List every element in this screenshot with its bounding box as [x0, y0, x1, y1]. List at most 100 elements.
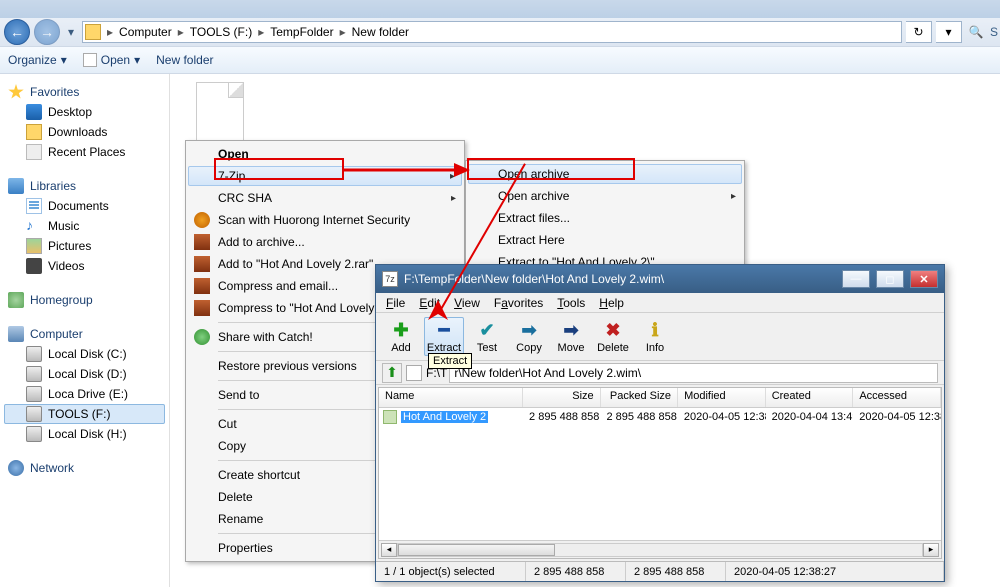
col-psize[interactable]: Packed Size [601, 388, 678, 407]
sidebar-item-pictures[interactable]: Pictures [4, 236, 165, 256]
tool-add[interactable]: ✚Add [382, 319, 420, 354]
maximize-button[interactable]: ◻ [876, 270, 904, 288]
bc-tempfolder[interactable]: TempFolder [268, 25, 335, 39]
organize-button[interactable]: Organize ▾ [8, 53, 67, 67]
scroll-track[interactable] [397, 543, 923, 557]
ctx-scan[interactable]: Scan with Huorong Internet Security [188, 209, 462, 231]
menu-tools[interactable]: Tools [551, 296, 591, 310]
sidebar-item-documents[interactable]: Documents [4, 196, 165, 216]
sidebar-item-e[interactable]: Loca Drive (E:) [4, 384, 165, 404]
ctx-open-label: Open [218, 147, 249, 161]
chevron-down-icon: ▾ [61, 53, 67, 67]
breadcrumb[interactable]: ▸ Computer ▸ TOOLS (F:) ▸ TempFolder ▸ N… [82, 21, 902, 43]
check-icon: ✔ [476, 319, 498, 341]
tool-info-label: Info [646, 342, 664, 354]
7zip-title-text: F:\TempFolder\New folder\Hot And Lovely … [404, 272, 664, 286]
address-dropdown[interactable]: ▾ [936, 21, 962, 43]
sidebar-item-f[interactable]: TOOLS (F:) [4, 404, 165, 424]
back-button[interactable]: ← [4, 19, 30, 45]
col-name[interactable]: Name [379, 388, 523, 407]
bc-computer[interactable]: Computer [117, 25, 174, 39]
sidebar-item-videos[interactable]: Videos [4, 256, 165, 276]
menu-view[interactable]: View [448, 296, 486, 310]
archive-icon [194, 300, 210, 316]
ctx-extracthere[interactable]: Extract Here [468, 229, 742, 251]
tool-delete-label: Delete [597, 342, 629, 354]
row-size: 2 895 488 858 [523, 411, 600, 423]
ctx-openarchive[interactable]: Open archive [468, 164, 742, 184]
folder-icon [383, 410, 397, 424]
sidebar-item-music[interactable]: ♪Music [4, 216, 165, 236]
bc-tools[interactable]: TOOLS (F:) [188, 25, 254, 39]
menu-file[interactable]: File [380, 296, 411, 310]
tool-test[interactable]: ✔Test [468, 319, 506, 354]
file-icon [406, 365, 422, 381]
sidebar-libraries[interactable]: Libraries [4, 176, 165, 196]
plus-icon: ✚ [390, 319, 412, 341]
column-headers[interactable]: Name Size Packed Size Modified Created A… [379, 388, 941, 408]
ctx-crc[interactable]: CRC SHA▸ [188, 187, 462, 209]
tool-delete[interactable]: ✖Delete [594, 319, 632, 354]
drive-f-label: TOOLS (F:) [48, 407, 110, 421]
chevron-right-icon: ▸ [336, 25, 350, 39]
ctx-7zip[interactable]: 7-Zip▸ [188, 166, 462, 186]
up-button[interactable]: ⬆ [382, 363, 402, 383]
ctx-shortcut-label: Create shortcut [218, 468, 300, 482]
menu-help[interactable]: Help [593, 296, 630, 310]
col-accessed[interactable]: Accessed [853, 388, 941, 407]
chevron-right-icon: ▸ [103, 25, 117, 39]
sidebar-item-h[interactable]: Local Disk (H:) [4, 424, 165, 444]
forward-button[interactable]: → [34, 19, 60, 45]
picture-icon [26, 238, 42, 254]
ctx-7zip-label: 7-Zip [218, 169, 245, 183]
minimize-button[interactable]: — [842, 270, 870, 288]
file-icon [83, 53, 97, 67]
ctx-extractfiles[interactable]: Extract files... [468, 207, 742, 229]
tooltip-extract: Extract [428, 353, 472, 369]
sidebar-item-c[interactable]: Local Disk (C:) [4, 344, 165, 364]
scroll-thumb[interactable] [398, 544, 555, 556]
status-size2: 2 895 488 858 [626, 562, 726, 581]
open-button[interactable]: Open ▾ [83, 53, 140, 67]
sidebar-item-downloads[interactable]: Downloads [4, 122, 165, 142]
minus-icon: ━ [433, 319, 455, 341]
newfolder-button[interactable]: New folder [156, 53, 213, 67]
ctx-addarchive[interactable]: Add to archive... [188, 231, 462, 253]
sidebar-item-recent[interactable]: Recent Places [4, 142, 165, 162]
sidebar-item-d[interactable]: Local Disk (D:) [4, 364, 165, 384]
ctx-open[interactable]: Open [188, 143, 462, 165]
scroll-right-button[interactable]: ▸ [923, 543, 939, 557]
sidebar-network[interactable]: Network [4, 458, 165, 478]
chevron-right-icon: ▸ [174, 25, 188, 39]
col-modified[interactable]: Modified [678, 388, 766, 407]
close-button[interactable]: ✕ [910, 270, 938, 288]
search-icon[interactable]: 🔍 [966, 21, 986, 43]
bc-newfolder[interactable]: New folder [350, 25, 411, 39]
horizontal-scrollbar[interactable]: ◂ ▸ [379, 540, 941, 558]
drive-icon [26, 386, 42, 402]
list-empty[interactable] [379, 426, 941, 540]
tool-info[interactable]: ℹInfo [636, 319, 674, 354]
menu-favorites[interactable]: Favorites [488, 296, 549, 310]
chevron-right-icon: ▸ [451, 193, 456, 204]
scroll-left-button[interactable]: ◂ [381, 543, 397, 557]
sidebar-item-desktop[interactable]: Desktop [4, 102, 165, 122]
col-size[interactable]: Size [523, 388, 600, 407]
list-item[interactable]: Hot And Lovely 2 2 895 488 858 2 895 488… [379, 408, 941, 426]
menu-chevron: S [990, 25, 996, 39]
refresh-button[interactable]: ↻ [906, 21, 932, 43]
tool-copy[interactable]: ➡Copy [510, 319, 548, 354]
tool-extract[interactable]: ━Extract [424, 317, 464, 356]
open-label: Open [101, 53, 130, 67]
history-dropdown[interactable]: ▾ [64, 22, 78, 42]
sidebar-homegroup[interactable]: Homegroup [4, 290, 165, 310]
ctx-props-label: Properties [218, 541, 273, 555]
sidebar-computer[interactable]: Computer [4, 324, 165, 344]
path-input[interactable] [449, 363, 938, 383]
file-icon [196, 82, 244, 142]
chevron-right-icon: ▸ [254, 25, 268, 39]
7zip-titlebar[interactable]: 7z F:\TempFolder\New folder\Hot And Love… [376, 265, 944, 293]
col-created[interactable]: Created [766, 388, 854, 407]
tool-move[interactable]: ➡Move [552, 319, 590, 354]
sidebar-favorites[interactable]: Favorites [4, 82, 165, 102]
